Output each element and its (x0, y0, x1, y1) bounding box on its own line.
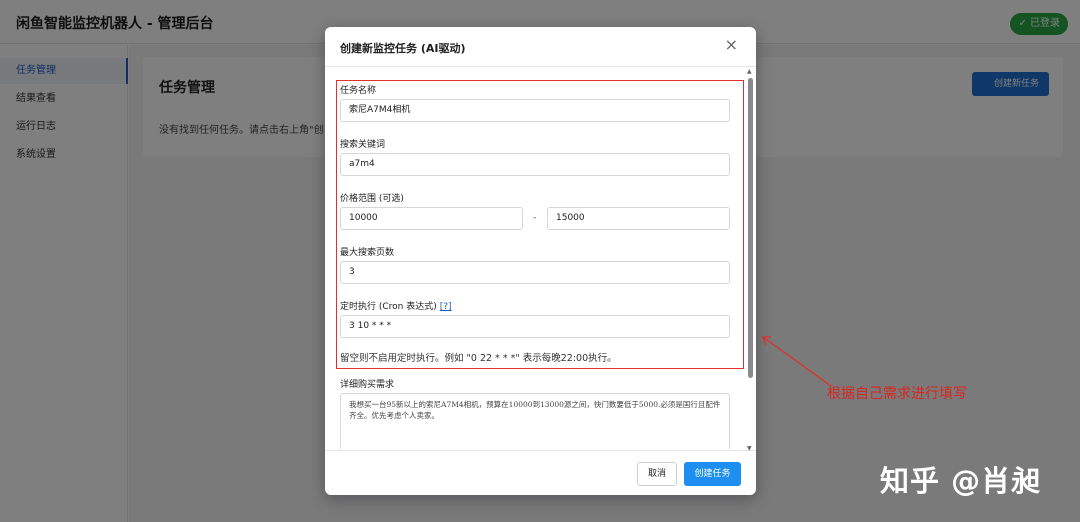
modal-footer: 取消 创建任务 (325, 450, 756, 495)
cron-help-link[interactable]: [?] (440, 302, 452, 312)
cron-hint: 留空则不启用定时执行。例如 "0 22 * * *" 表示每晚22:00执行。 (340, 353, 617, 364)
close-icon[interactable]: × (725, 36, 738, 54)
annotation-arrow-icon (762, 336, 832, 387)
task-name-input[interactable]: 索尼A7M4相机 (340, 99, 730, 122)
max-pages-label: 最大搜索页数 (340, 248, 395, 258)
price-range-separator: - (533, 213, 537, 223)
description-textarea[interactable]: 我想买一台95新以上的索尼A7M4相机，预算在10000到13000源之间，快门… (340, 393, 730, 449)
modal-scrollbar[interactable]: ▲ ▼ (747, 68, 755, 452)
cron-input[interactable]: 3 10 * * * (340, 315, 730, 338)
price-min-input[interactable]: 10000 (340, 207, 523, 230)
scroll-down-icon[interactable]: ▼ (747, 445, 752, 452)
keyword-label: 搜索关键词 (340, 140, 386, 150)
modal-title: 创建新监控任务 (AI驱动) (340, 42, 466, 55)
modal-header: 创建新监控任务 (AI驱动) × (325, 27, 756, 67)
description-label: 详细购买需求 (340, 380, 395, 390)
watermark: 知乎 @肖昶 (880, 464, 1042, 498)
task-name-label: 任务名称 (340, 86, 377, 96)
scroll-up-icon[interactable]: ▲ (747, 68, 752, 75)
max-pages-input[interactable]: 3 (340, 261, 730, 284)
cron-label-text: 定时执行 (Cron 表达式) (340, 302, 437, 312)
create-task-modal: 创建新监控任务 (AI驱动) × 任务名称 索尼A7M4相机 搜索关键词 a7m… (325, 27, 756, 495)
keyword-input[interactable]: a7m4 (340, 153, 730, 176)
scroll-thumb[interactable] (748, 78, 753, 378)
annotation-text: 根据自己需求进行填写 (827, 386, 967, 402)
cancel-button[interactable]: 取消 (637, 462, 677, 486)
price-range-label: 价格范围 (可选) (340, 194, 404, 204)
submit-button[interactable]: 创建任务 (684, 462, 741, 486)
modal-body: 任务名称 索尼A7M4相机 搜索关键词 a7m4 价格范围 (可选) 10000… (325, 68, 756, 449)
cron-label: 定时执行 (Cron 表达式) [?] (340, 299, 452, 312)
price-max-input[interactable]: 15000 (547, 207, 730, 230)
